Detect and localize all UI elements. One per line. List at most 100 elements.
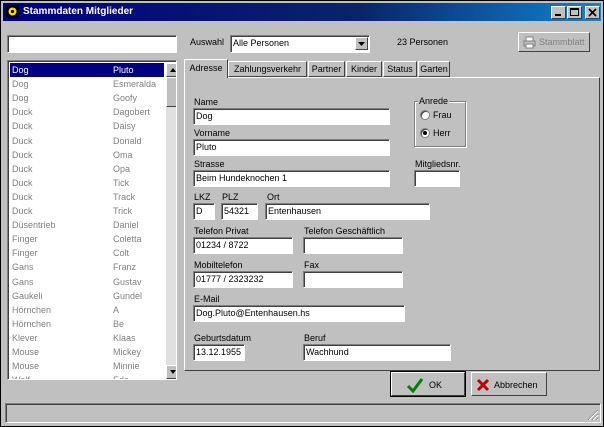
ok-label: OK	[429, 380, 443, 390]
window-title: Stammdaten Mitglieder	[23, 6, 134, 17]
list-item[interactable]: Finger Coletta	[10, 232, 164, 246]
tel-geschaeft-label: Telefon Geschäftlich	[304, 226, 386, 236]
member-last-name: Dog	[12, 65, 29, 75]
member-list[interactable]: Dog Pluto Dog Esmeralda Dog Goofy Duck Dagobert…	[7, 60, 177, 380]
radio-dot	[423, 131, 427, 135]
scroll-down-button[interactable]	[166, 365, 176, 379]
list-item[interactable]: Duck Dagobert	[10, 105, 164, 119]
member-last-name: Gaukeli	[12, 290, 43, 301]
lkz-field[interactable]: D	[193, 203, 215, 220]
member-first-name: Ede	[113, 373, 129, 379]
anrede-frau-label[interactable]: Frau	[433, 110, 452, 120]
list-item[interactable]: Duck Track	[10, 190, 164, 204]
list-item[interactable]: Wolf Ede	[10, 373, 164, 379]
name-field[interactable]: Dog	[193, 108, 390, 125]
member-last-name: Hörnchen	[12, 304, 52, 315]
anrede-herr-radio[interactable]	[420, 128, 430, 138]
list-item[interactable]: Klever Klaas	[10, 331, 164, 345]
search-input[interactable]	[7, 35, 177, 53]
minimize-button[interactable]	[551, 6, 566, 19]
tab-adresse[interactable]: Adresse	[184, 59, 228, 78]
member-last-name: Duck	[12, 191, 33, 202]
list-item[interactable]: Hörnchen A	[10, 303, 164, 317]
title-bar[interactable]: Stammdaten Mitglieder	[3, 3, 601, 21]
tab-zahlungsverkehr[interactable]: Zahlungsverkehr	[228, 61, 307, 77]
member-first-name: Coletta	[113, 234, 142, 245]
auswahl-dropdown[interactable]: Alle Personen	[230, 35, 370, 53]
dropdown-button[interactable]	[355, 37, 368, 50]
tel-geschaeft-field[interactable]	[303, 237, 403, 254]
name-label: Name	[194, 97, 219, 107]
list-item[interactable]: Dog Pluto	[10, 63, 164, 77]
close-icon	[588, 8, 597, 17]
tel-privat-label: Telefon Privat	[194, 226, 249, 236]
printer-icon	[523, 36, 536, 49]
member-last-name: Duck	[12, 135, 33, 146]
main-window: Stammdaten Mitglieder Auswahl Alle Perso…	[0, 0, 604, 427]
plz-field[interactable]: 54321	[221, 203, 258, 220]
member-last-name: Mouse	[12, 361, 40, 372]
list-item[interactable]: Gaukeli Gundel	[10, 289, 164, 303]
cancel-label: Abbrechen	[494, 380, 538, 390]
member-first-name: Esmeralda	[113, 79, 157, 90]
member-first-name: Gustav	[113, 276, 142, 287]
list-item[interactable]: Dog Goofy	[10, 91, 164, 105]
beruf-label: Beruf	[304, 333, 326, 343]
list-item[interactable]: Duck Tick	[10, 176, 164, 190]
list-item[interactable]: Mouse Minnie	[10, 359, 164, 373]
beruf-field[interactable]: Wachhund	[303, 344, 451, 361]
resize-grip-icon[interactable]	[586, 408, 599, 421]
list-item[interactable]: Mouse Mickey	[10, 345, 164, 359]
list-item[interactable]: Gans Franz	[10, 260, 164, 274]
member-first-name: Colt	[113, 248, 130, 259]
list-item[interactable]: Düsentrieb Daniel	[10, 218, 164, 232]
tab-partner[interactable]: Partner	[308, 61, 345, 77]
maximize-button[interactable]	[567, 6, 582, 19]
email-field[interactable]: Dog.Pluto@Entenhausen.hs	[193, 305, 405, 322]
member-last-name: Finger	[12, 248, 38, 259]
ort-field[interactable]: Entenhausen	[265, 203, 430, 220]
list-item[interactable]: Finger Colt	[10, 246, 164, 260]
member-first-name: Klaas	[113, 332, 136, 343]
auswahl-label: Auswahl	[190, 37, 225, 47]
list-item[interactable]: Duck Oma	[10, 148, 164, 162]
tab-label: Status	[387, 64, 413, 74]
tab-status[interactable]: Status	[383, 61, 417, 77]
strasse-field[interactable]: Beim Hundeknochen 1	[193, 170, 390, 187]
list-item[interactable]: Hörnchen Be	[10, 317, 164, 331]
arrow-down-icon	[170, 370, 176, 374]
list-item[interactable]: Duck Daisy	[10, 119, 164, 133]
mobil-field[interactable]: 01777 / 2323232	[193, 271, 293, 288]
list-item[interactable]: Duck Trick	[10, 204, 164, 218]
scroll-thumb[interactable]	[166, 77, 176, 107]
anrede-frau-radio[interactable]	[420, 110, 430, 120]
tab-garten[interactable]: Garten	[418, 61, 450, 77]
tel-privat-field[interactable]: 01234 / 8722	[193, 237, 293, 254]
geburtsdatum-label: Geburtsdatum	[194, 333, 252, 343]
list-item[interactable]: Duck Donald	[10, 134, 164, 148]
scroll-up-button[interactable]	[166, 63, 176, 77]
checkmark-icon	[406, 378, 424, 393]
mitgliedsnr-field[interactable]	[414, 170, 460, 187]
cancel-button[interactable]: Abbrechen	[471, 372, 547, 396]
arrow-up-icon	[170, 68, 176, 72]
tab-kinder[interactable]: Kinder	[346, 61, 382, 77]
member-last-name: Klever	[12, 332, 38, 343]
list-item[interactable]: Dog Esmeralda	[10, 77, 164, 91]
member-last-name: Dog	[12, 93, 29, 104]
mobil-label: Mobiltelefon	[194, 260, 243, 270]
member-last-name: Hörnchen	[12, 318, 52, 329]
anrede-herr-label[interactable]: Herr	[433, 128, 451, 138]
stammblatt-button[interactable]: Stammblatt	[518, 32, 590, 52]
ok-button[interactable]: OK	[391, 372, 465, 396]
member-last-name: Düsentrieb	[12, 220, 56, 231]
member-last-name: Mouse	[12, 347, 40, 357]
list-item[interactable]: Gans Gustav	[10, 275, 164, 289]
list-item[interactable]: Duck Opa	[10, 162, 164, 176]
vorname-field[interactable]: Pluto	[193, 139, 390, 156]
close-button[interactable]	[585, 6, 600, 19]
fax-field[interactable]	[303, 271, 403, 288]
geburtsdatum-field[interactable]: 13.12.1955	[193, 344, 245, 361]
anrede-group	[414, 101, 466, 147]
list-scrollbar[interactable]	[166, 63, 176, 379]
